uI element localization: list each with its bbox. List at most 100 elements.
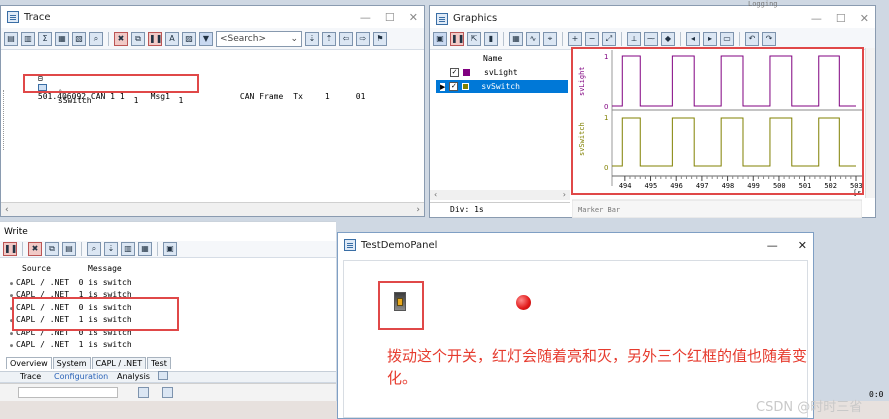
scroll-right-icon[interactable]: › xyxy=(416,205,420,215)
back-icon[interactable]: ⇦ xyxy=(339,31,353,46)
highlight-box-write xyxy=(12,297,179,331)
nav-left-icon[interactable]: ◂ xyxy=(686,31,700,46)
signal-row-svlight[interactable]: ✓ svLight xyxy=(436,66,568,79)
div-splitter xyxy=(430,202,570,203)
detach-icon[interactable]: ⧉ xyxy=(131,31,145,46)
write-col-source: Source xyxy=(22,264,51,273)
filter-icon[interactable]: ▼ xyxy=(199,31,213,46)
pause-icon[interactable]: ❚❚ xyxy=(148,31,162,46)
left-splitter[interactable] xyxy=(3,90,6,150)
signal-phys: 1 xyxy=(178,96,184,105)
find-prev-icon[interactable]: ⇡ xyxy=(322,31,336,46)
add-desktop-icon[interactable] xyxy=(158,371,168,380)
trace-search-input[interactable]: <Search> ⌄ xyxy=(216,30,302,47)
trace-overwrite-icon[interactable]: ▧ xyxy=(72,31,86,46)
signal-list: Name ✓ svLight ▶ ✓ svSwitch xyxy=(430,50,570,190)
status-log-icon[interactable] xyxy=(162,387,173,398)
abs-time-icon[interactable]: A xyxy=(165,31,179,46)
close-icon[interactable]: ✕ xyxy=(860,12,869,25)
write-title: Write xyxy=(4,227,28,237)
copy-icon[interactable]: ⧉ xyxy=(45,242,59,256)
find-icon[interactable]: ⇣ xyxy=(104,242,118,256)
properties-icon[interactable]: ▦ xyxy=(138,242,152,256)
checkbox-svswitch[interactable]: ✓ xyxy=(449,82,459,91)
chevron-down-icon[interactable]: ⌄ xyxy=(290,34,298,44)
trace-toolbar: ▤ ▥ Σ ▦ ▧ ⌕ ✖ ⧉ ❚❚ A ▨ ▼ <Search> ⌄ ⇣ ⇡ … xyxy=(1,28,424,50)
signal-raw: 1 xyxy=(133,96,139,105)
trace-filter-icon[interactable]: ▥ xyxy=(21,31,35,46)
line-style-icon[interactable]: ⁓ xyxy=(644,31,658,46)
signal-list-header: Name xyxy=(483,54,503,63)
trace-view-icon[interactable]: ▤ xyxy=(4,31,18,46)
close-icon[interactable]: ✕ xyxy=(409,11,418,24)
fit-icon[interactable]: ⇱ xyxy=(467,31,481,46)
search-placeholder: <Search> xyxy=(220,33,267,44)
scroll-left-icon[interactable]: ‹ xyxy=(434,190,437,200)
find-next-icon[interactable]: ⇣ xyxy=(305,31,319,46)
graphics-left-hscroll[interactable]: ‹ › xyxy=(430,190,570,200)
tab-system[interactable]: System xyxy=(52,357,91,369)
cursor-icon[interactable]: ⌖ xyxy=(543,31,557,46)
redo-icon[interactable]: ↷ xyxy=(762,31,776,46)
bars-icon[interactable]: ▮ xyxy=(484,31,498,46)
trace-dlc: 1 xyxy=(324,92,330,101)
forward-icon[interactable]: ⇨ xyxy=(356,31,370,46)
nav-right-icon[interactable]: ▸ xyxy=(703,31,717,46)
restore-icon[interactable]: ☐ xyxy=(836,12,846,25)
export-icon[interactable]: ▭ xyxy=(720,31,734,46)
trace-window-icon xyxy=(7,11,19,23)
marker-icon[interactable]: ◆ xyxy=(661,31,675,46)
tab-overview[interactable]: Overview xyxy=(6,357,52,369)
marker-icon[interactable]: ⚑ xyxy=(373,31,387,46)
clear-icon[interactable]: ✖ xyxy=(114,31,128,46)
signal-name: sSwitch xyxy=(57,96,92,105)
options-icon[interactable]: ▥ xyxy=(121,242,135,256)
graphics-window-icon xyxy=(436,12,448,25)
clear-icon[interactable]: ✖ xyxy=(28,242,42,256)
trace-mode-icon[interactable]: Σ xyxy=(38,31,52,46)
close-icon[interactable]: ✕ xyxy=(798,239,807,252)
trace-title: Trace xyxy=(24,11,51,23)
trace-list: ⊟ 501.406092 CAN 1 1 Msg1 CAN Frame Tx 1 01 ∿… xyxy=(1,50,424,202)
columns-icon[interactable]: ▨ xyxy=(182,31,196,46)
undo-icon[interactable]: ↶ xyxy=(745,31,759,46)
desktop-tab-trace[interactable]: Trace xyxy=(20,372,41,381)
trace-hscrollbar[interactable]: ‹ › xyxy=(1,202,424,216)
zoom-out-icon[interactable]: − xyxy=(585,31,599,46)
watermark: CSDN @时时三省 xyxy=(756,400,863,415)
checkbox-svlight[interactable]: ✓ xyxy=(450,68,459,77)
zoom-fit-icon[interactable]: ⤢ xyxy=(602,31,616,46)
zoom-in-icon[interactable]: + xyxy=(568,31,582,46)
write-message: 0 is switch xyxy=(78,278,132,287)
pause-icon[interactable]: ❚❚ xyxy=(450,31,464,46)
layout-icon[interactable]: ▦ xyxy=(509,31,523,46)
measure-icon[interactable]: ⟂ xyxy=(627,31,641,46)
write-row[interactable]: ● CAPL / .NET 0 is switch xyxy=(10,278,132,287)
trace-chrono-icon[interactable]: ▦ xyxy=(55,31,69,46)
signal-row-svswitch[interactable]: ▶ ✓ svSwitch xyxy=(436,80,568,93)
desktop-tab-analysis[interactable]: Analysis xyxy=(117,372,150,381)
status-config-icon[interactable] xyxy=(138,387,149,398)
tab-test[interactable]: Test xyxy=(147,357,171,369)
filter-icon[interactable]: ▣ xyxy=(163,242,177,256)
status-field xyxy=(18,387,118,398)
minimize-icon[interactable]: — xyxy=(360,11,371,24)
graphics-vscroll[interactable] xyxy=(865,48,875,198)
minimize-icon[interactable]: — xyxy=(811,12,822,25)
logging-tab[interactable]: Logging xyxy=(748,0,778,8)
wave-icon[interactable]: ∿ xyxy=(526,31,540,46)
binoculars-icon[interactable]: ⌕ xyxy=(89,31,103,46)
highlight-box-graphics xyxy=(571,47,864,195)
binoculars-icon[interactable]: ⌕ xyxy=(87,242,101,256)
minimize-icon[interactable]: — xyxy=(767,239,778,252)
scroll-right-icon[interactable]: › xyxy=(563,190,566,200)
write-row[interactable]: ● CAPL / .NET 1 is switch xyxy=(10,340,132,349)
scroll-left-icon[interactable]: ‹ xyxy=(5,205,9,215)
pause-icon[interactable]: ❚❚ xyxy=(3,242,17,256)
tab-capl-net[interactable]: CAPL / .NET xyxy=(91,357,147,369)
desktop-tab-configuration[interactable]: Configuration xyxy=(54,372,108,381)
save-icon[interactable]: ▤ xyxy=(62,242,76,256)
restore-icon[interactable]: ☐ xyxy=(385,11,395,24)
graphics-mode-icon[interactable]: ▣ xyxy=(433,31,447,46)
panel-titlebar: TestDemoPanel — ✕ xyxy=(338,233,813,257)
